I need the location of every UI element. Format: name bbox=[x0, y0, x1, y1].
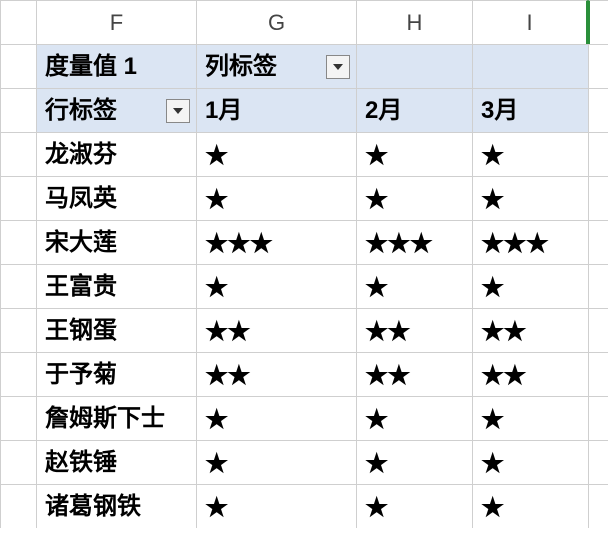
data-cell[interactable]: ★ bbox=[472, 440, 588, 484]
row-name[interactable]: 龙淑芬 bbox=[36, 132, 196, 176]
spill-cell[interactable] bbox=[588, 264, 608, 308]
row-header-11[interactable] bbox=[0, 484, 36, 528]
row-name[interactable]: 王钢蛋 bbox=[36, 308, 196, 352]
row-header-6[interactable] bbox=[0, 264, 36, 308]
pivot-row-labels-cell[interactable]: 行标签 bbox=[36, 88, 196, 132]
spill-cell[interactable] bbox=[588, 220, 608, 264]
chevron-down-icon bbox=[333, 64, 343, 70]
data-cell[interactable]: ★ bbox=[356, 176, 472, 220]
row-name[interactable]: 马凤英 bbox=[36, 176, 196, 220]
row-name[interactable]: 诸葛钢铁 bbox=[36, 484, 196, 528]
spreadsheet-grid[interactable]: F G H I 度量值 1 列标签 行标签 1月 2月 3月 龙淑芬 ★ ★ ★… bbox=[0, 0, 608, 528]
spill-cell[interactable] bbox=[588, 132, 608, 176]
pivot-header-blank-I[interactable] bbox=[472, 44, 588, 88]
row-name[interactable]: 于予菊 bbox=[36, 352, 196, 396]
spill-cell[interactable] bbox=[588, 484, 608, 528]
col-header-H[interactable]: H bbox=[356, 0, 472, 44]
data-cell[interactable]: ★ bbox=[472, 396, 588, 440]
spill-cell[interactable] bbox=[588, 176, 608, 220]
data-cell[interactable]: ★ bbox=[196, 396, 356, 440]
data-cell[interactable]: ★★ bbox=[356, 352, 472, 396]
data-cell[interactable]: ★★★ bbox=[472, 220, 588, 264]
row-header-1[interactable] bbox=[0, 44, 36, 88]
row-name[interactable]: 宋大莲 bbox=[36, 220, 196, 264]
data-cell[interactable]: ★★ bbox=[356, 308, 472, 352]
data-cell[interactable]: ★ bbox=[196, 132, 356, 176]
data-cell[interactable]: ★ bbox=[472, 132, 588, 176]
col-header-I[interactable]: I bbox=[472, 0, 588, 44]
col-header-next[interactable] bbox=[588, 0, 608, 44]
pivot-month-3[interactable]: 3月 bbox=[472, 88, 588, 132]
row-header-9[interactable] bbox=[0, 396, 36, 440]
row-header-5[interactable] bbox=[0, 220, 36, 264]
data-cell[interactable]: ★ bbox=[196, 440, 356, 484]
col-header-G[interactable]: G bbox=[196, 0, 356, 44]
pivot-month-1[interactable]: 1月 bbox=[196, 88, 356, 132]
pivot-measure-cell[interactable]: 度量值 1 bbox=[36, 44, 196, 88]
data-cell[interactable]: ★ bbox=[196, 176, 356, 220]
data-cell[interactable]: ★ bbox=[472, 264, 588, 308]
data-cell[interactable]: ★ bbox=[196, 484, 356, 528]
data-cell[interactable]: ★★ bbox=[472, 308, 588, 352]
pivot-row-labels-caption: 行标签 bbox=[45, 97, 117, 124]
row-header-7[interactable] bbox=[0, 308, 36, 352]
spill-cell[interactable] bbox=[588, 352, 608, 396]
data-cell[interactable]: ★ bbox=[196, 264, 356, 308]
row-header-3[interactable] bbox=[0, 132, 36, 176]
column-labels-dropdown[interactable] bbox=[326, 55, 350, 79]
pivot-measure-label: 度量值 1 bbox=[45, 53, 137, 80]
data-cell[interactable]: ★★★ bbox=[196, 220, 356, 264]
spill-cell-1[interactable] bbox=[588, 44, 608, 88]
row-labels-dropdown[interactable] bbox=[166, 99, 190, 123]
data-cell[interactable]: ★ bbox=[356, 440, 472, 484]
data-cell[interactable]: ★★ bbox=[472, 352, 588, 396]
data-cell[interactable]: ★ bbox=[356, 484, 472, 528]
col-header-F[interactable]: F bbox=[36, 0, 196, 44]
row-name[interactable]: 詹姆斯下士 bbox=[36, 396, 196, 440]
pivot-header-blank-H[interactable] bbox=[356, 44, 472, 88]
row-header-8[interactable] bbox=[0, 352, 36, 396]
data-cell[interactable]: ★★★ bbox=[356, 220, 472, 264]
spill-cell[interactable] bbox=[588, 440, 608, 484]
row-name[interactable]: 赵铁锤 bbox=[36, 440, 196, 484]
spill-cell[interactable] bbox=[588, 396, 608, 440]
corner-cell[interactable] bbox=[0, 0, 36, 44]
data-cell[interactable]: ★ bbox=[356, 132, 472, 176]
pivot-month-2[interactable]: 2月 bbox=[356, 88, 472, 132]
row-header-10[interactable] bbox=[0, 440, 36, 484]
spill-cell-2[interactable] bbox=[588, 88, 608, 132]
data-cell[interactable]: ★★ bbox=[196, 352, 356, 396]
row-header-2[interactable] bbox=[0, 88, 36, 132]
data-cell[interactable]: ★ bbox=[472, 484, 588, 528]
row-name[interactable]: 王富贵 bbox=[36, 264, 196, 308]
pivot-column-labels-caption: 列标签 bbox=[205, 53, 277, 80]
data-cell[interactable]: ★★ bbox=[196, 308, 356, 352]
data-cell[interactable]: ★ bbox=[356, 396, 472, 440]
data-cell[interactable]: ★ bbox=[472, 176, 588, 220]
spill-cell[interactable] bbox=[588, 308, 608, 352]
row-header-4[interactable] bbox=[0, 176, 36, 220]
pivot-column-labels-cell[interactable]: 列标签 bbox=[196, 44, 356, 88]
data-cell[interactable]: ★ bbox=[356, 264, 472, 308]
chevron-down-icon bbox=[173, 108, 183, 114]
